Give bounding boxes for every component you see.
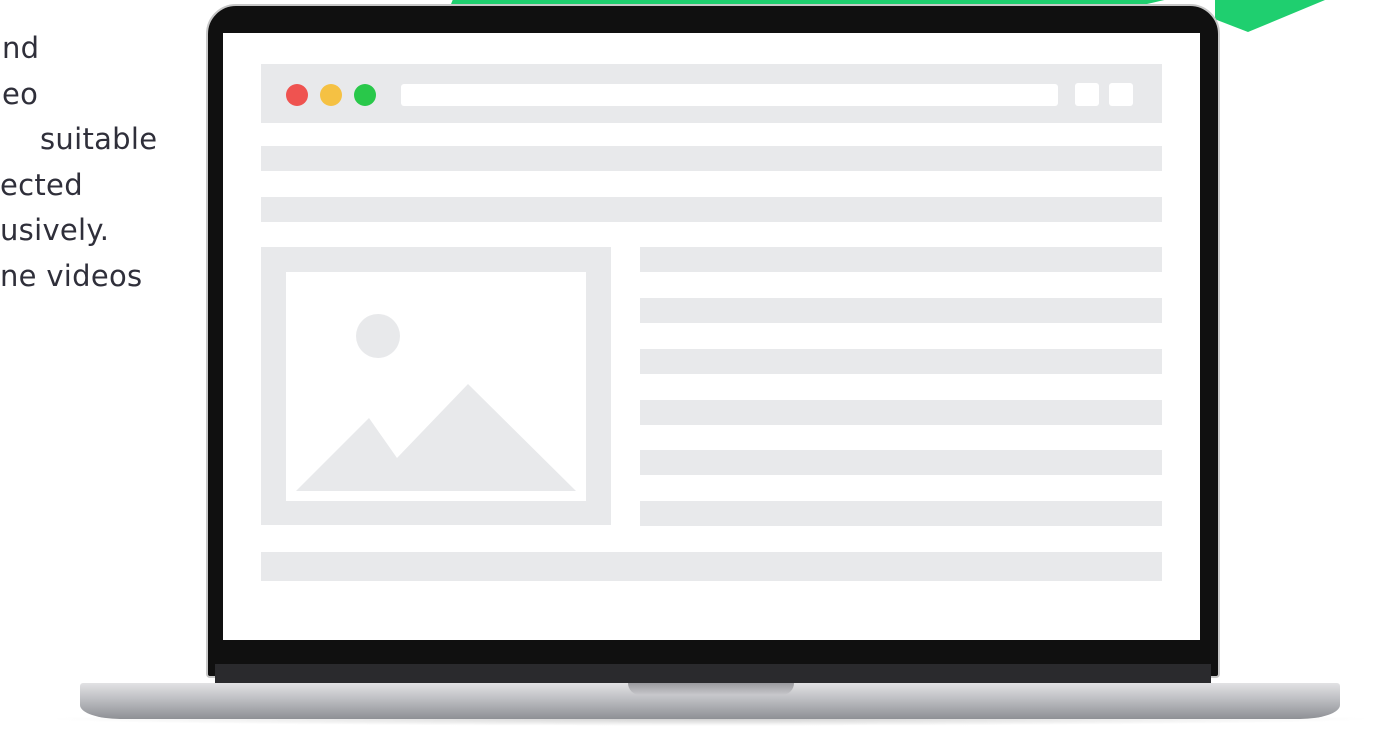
intro-text-block: nd eo suitable ected usively. ne videos [0, 26, 200, 299]
placeholder-text-line [640, 501, 1162, 526]
placeholder-text-line [640, 247, 1162, 272]
intro-text-line: ected [0, 167, 83, 202]
placeholder-footer-line [261, 552, 1162, 581]
laptop-screen [223, 33, 1200, 640]
intro-text-line: nd [2, 31, 40, 65]
placeholder-text-line [640, 400, 1162, 425]
address-bar[interactable] [401, 84, 1058, 106]
placeholder-text-line [640, 450, 1162, 475]
laptop-notch [628, 683, 794, 695]
image-placeholder-frame [286, 272, 586, 501]
intro-text-line: ne videos [0, 258, 143, 293]
placeholder-text-line [640, 298, 1162, 323]
intro-text-line: eo [2, 76, 39, 111]
maximize-dot-icon[interactable] [354, 84, 376, 106]
placeholder-text-line [261, 146, 1162, 171]
browser-toolbar [261, 64, 1162, 123]
placeholder-text-line [640, 349, 1162, 374]
sun-shape [356, 314, 400, 358]
placeholder-text-line [261, 197, 1162, 222]
intro-text-line: suitable [40, 122, 158, 156]
intro-text-line: usively. [0, 213, 110, 247]
toolbar-button[interactable] [1075, 83, 1099, 106]
decorative-green-banner-tip [1215, 0, 1325, 32]
image-placeholder [261, 247, 611, 525]
image-placeholder-icon [296, 314, 576, 491]
mountain-shape [296, 384, 576, 491]
toolbar-button[interactable] [1109, 83, 1133, 106]
laptop-hinge [215, 664, 1211, 683]
minimize-dot-icon[interactable] [320, 84, 342, 106]
close-dot-icon[interactable] [286, 84, 308, 106]
